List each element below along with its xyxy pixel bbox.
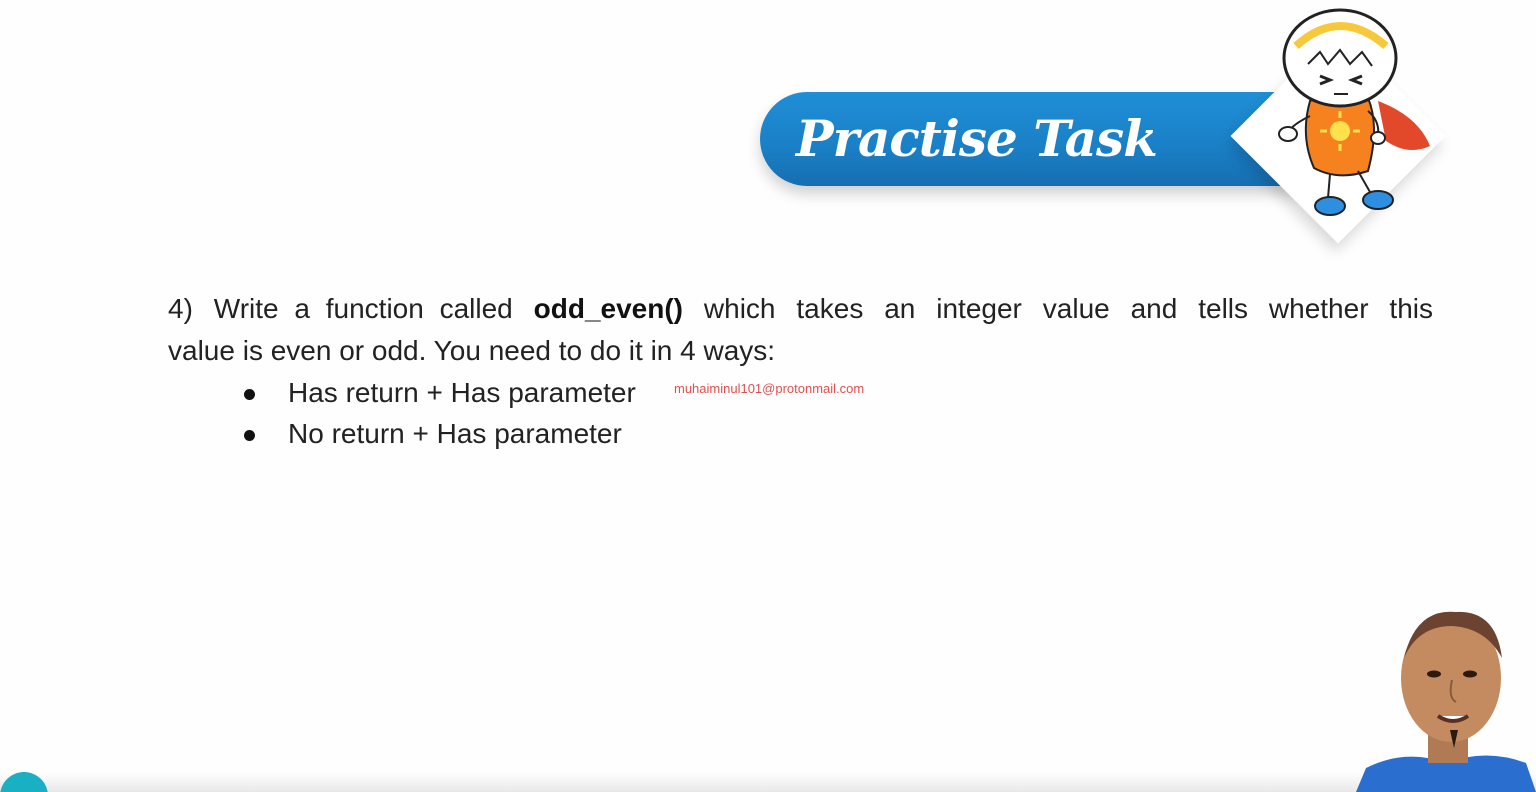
task-word: and: [1130, 293, 1178, 324]
task-word: takes: [796, 293, 864, 324]
task-intro-text: Write a function called: [213, 293, 513, 324]
task-line-1: 4) Write a function called odd_even() wh…: [168, 288, 1433, 330]
bullet-icon: [244, 389, 255, 400]
task-word: integer: [936, 293, 1022, 324]
email-watermark: muhaiminul101@protonmail.com: [674, 381, 865, 396]
task-line-2: value is even or odd. You need to do it …: [168, 335, 776, 366]
bottom-shadow-bar: [0, 772, 1536, 792]
task-word: an: [884, 293, 916, 324]
bullet-icon: [244, 430, 255, 441]
list-item: No return + Has parameter: [240, 413, 636, 454]
task-word: whether: [1268, 293, 1369, 324]
task-word: value: [1042, 293, 1110, 324]
list-item: Has return + Has parameter: [240, 372, 636, 413]
list-item-text: No return + Has parameter: [288, 418, 622, 449]
task-word: tells: [1198, 293, 1249, 324]
task-word: this: [1389, 293, 1433, 324]
banner-title: Practise Task: [796, 109, 1158, 168]
task-description: 4) Write a function called odd_even() wh…: [168, 288, 1433, 372]
function-name: odd_even(): [533, 293, 684, 324]
presenter-webcam: [1356, 611, 1536, 792]
task-number: 4): [168, 293, 193, 324]
superhero-mascot-icon: [1278, 8, 1430, 216]
list-item-text: Has return + Has parameter: [288, 377, 636, 408]
task-ways-list: Has return + Has parameter No return + H…: [240, 372, 636, 454]
slide: Practise Task 4) Write a function called…: [0, 0, 1536, 792]
task-word: which: [703, 293, 776, 324]
